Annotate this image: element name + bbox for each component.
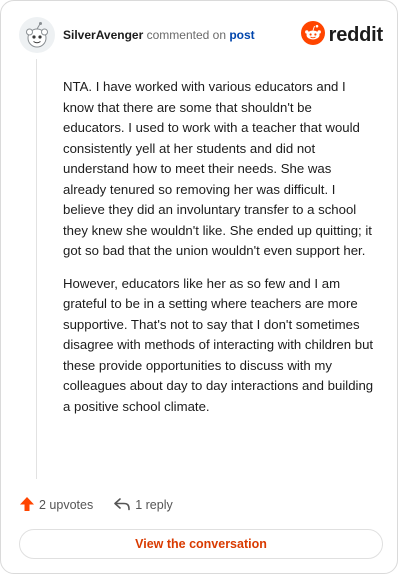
view-conversation-button[interactable]: View the conversation [19,529,383,559]
comment-actions: 2 upvotes 1 reply [19,495,173,515]
reddit-wordmark: reddit [328,23,384,46]
thread-line [36,59,37,479]
post-link[interactable]: post [229,28,254,42]
reddit-logo[interactable]: reddit [300,20,384,50]
comment-card: SilverAvenger commented on post reddit N… [0,0,398,574]
username-link[interactable]: SilverAvenger [63,28,143,42]
reddit-logo-icon [300,20,325,50]
upvote-count: 2 upvotes [39,498,94,512]
reply-button[interactable]: 1 reply [113,496,173,515]
comment-paragraph-2: However, educators like her as so few an… [63,275,374,414]
comment-header: SilverAvenger commented on post reddit [19,15,383,55]
upvote-button[interactable]: 2 upvotes [19,496,93,515]
comment-body: NTA. I have worked with various educator… [63,77,375,429]
user-avatar-icon[interactable] [19,17,55,53]
upvote-arrow-icon [19,496,35,515]
comment-meta: SilverAvenger commented on post [63,27,255,43]
comment-paragraph-1: NTA. I have worked with various educator… [63,79,372,258]
action-text: commented on [146,28,226,42]
reply-arrow-icon [113,496,131,515]
reply-count: 1 reply [135,498,173,512]
